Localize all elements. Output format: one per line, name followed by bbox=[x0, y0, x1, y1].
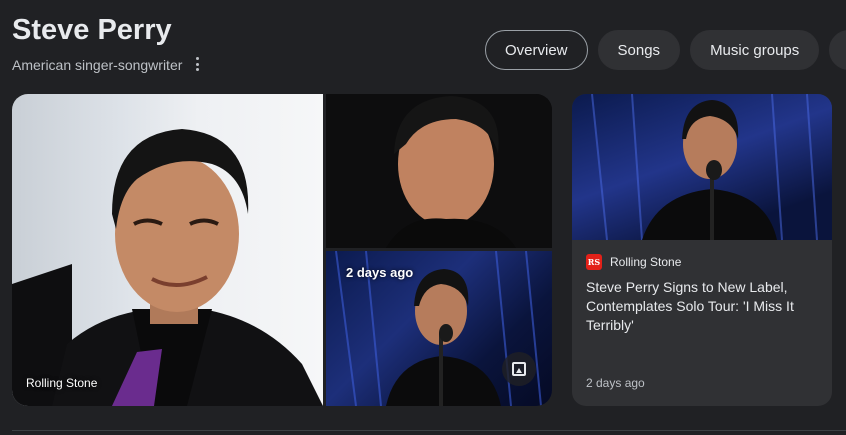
tab-songs[interactable]: Songs bbox=[597, 30, 681, 70]
more-options-icon[interactable] bbox=[190, 55, 204, 73]
portrait-illustration bbox=[326, 94, 552, 248]
portrait-illustration bbox=[12, 129, 323, 406]
photo-bottom-right[interactable]: 2 days ago bbox=[326, 251, 552, 406]
entity-title: Steve Perry bbox=[12, 14, 172, 46]
image-icon bbox=[512, 362, 526, 376]
image-age-badge: 2 days ago bbox=[346, 265, 414, 280]
tab-bar: Overview Songs Music groups Re bbox=[485, 30, 846, 70]
news-card-image bbox=[572, 94, 832, 240]
publisher-logo: RS bbox=[586, 254, 602, 270]
publisher-row: RS Rolling Stone bbox=[586, 254, 681, 270]
entity-subtitle: American singer-songwriter bbox=[12, 57, 183, 73]
stage-illustration bbox=[591, 94, 818, 240]
news-date: 2 days ago bbox=[586, 376, 645, 390]
news-headline[interactable]: Steve Perry Signs to New Label, Contempl… bbox=[586, 278, 816, 335]
main-photo[interactable]: Rolling Stone bbox=[12, 94, 323, 406]
tab-overview[interactable]: Overview bbox=[485, 30, 588, 70]
news-card[interactable]: RS Rolling Stone Steve Perry Signs to Ne… bbox=[572, 94, 832, 406]
publisher-name: Rolling Stone bbox=[610, 255, 682, 269]
view-images-button[interactable] bbox=[502, 352, 536, 386]
image-source-label: Rolling Stone bbox=[26, 376, 98, 390]
tab-more[interactable]: Re bbox=[829, 30, 846, 70]
photo-top-right[interactable] bbox=[326, 94, 552, 248]
tab-music-groups[interactable]: Music groups bbox=[690, 30, 820, 70]
section-divider bbox=[12, 430, 846, 431]
